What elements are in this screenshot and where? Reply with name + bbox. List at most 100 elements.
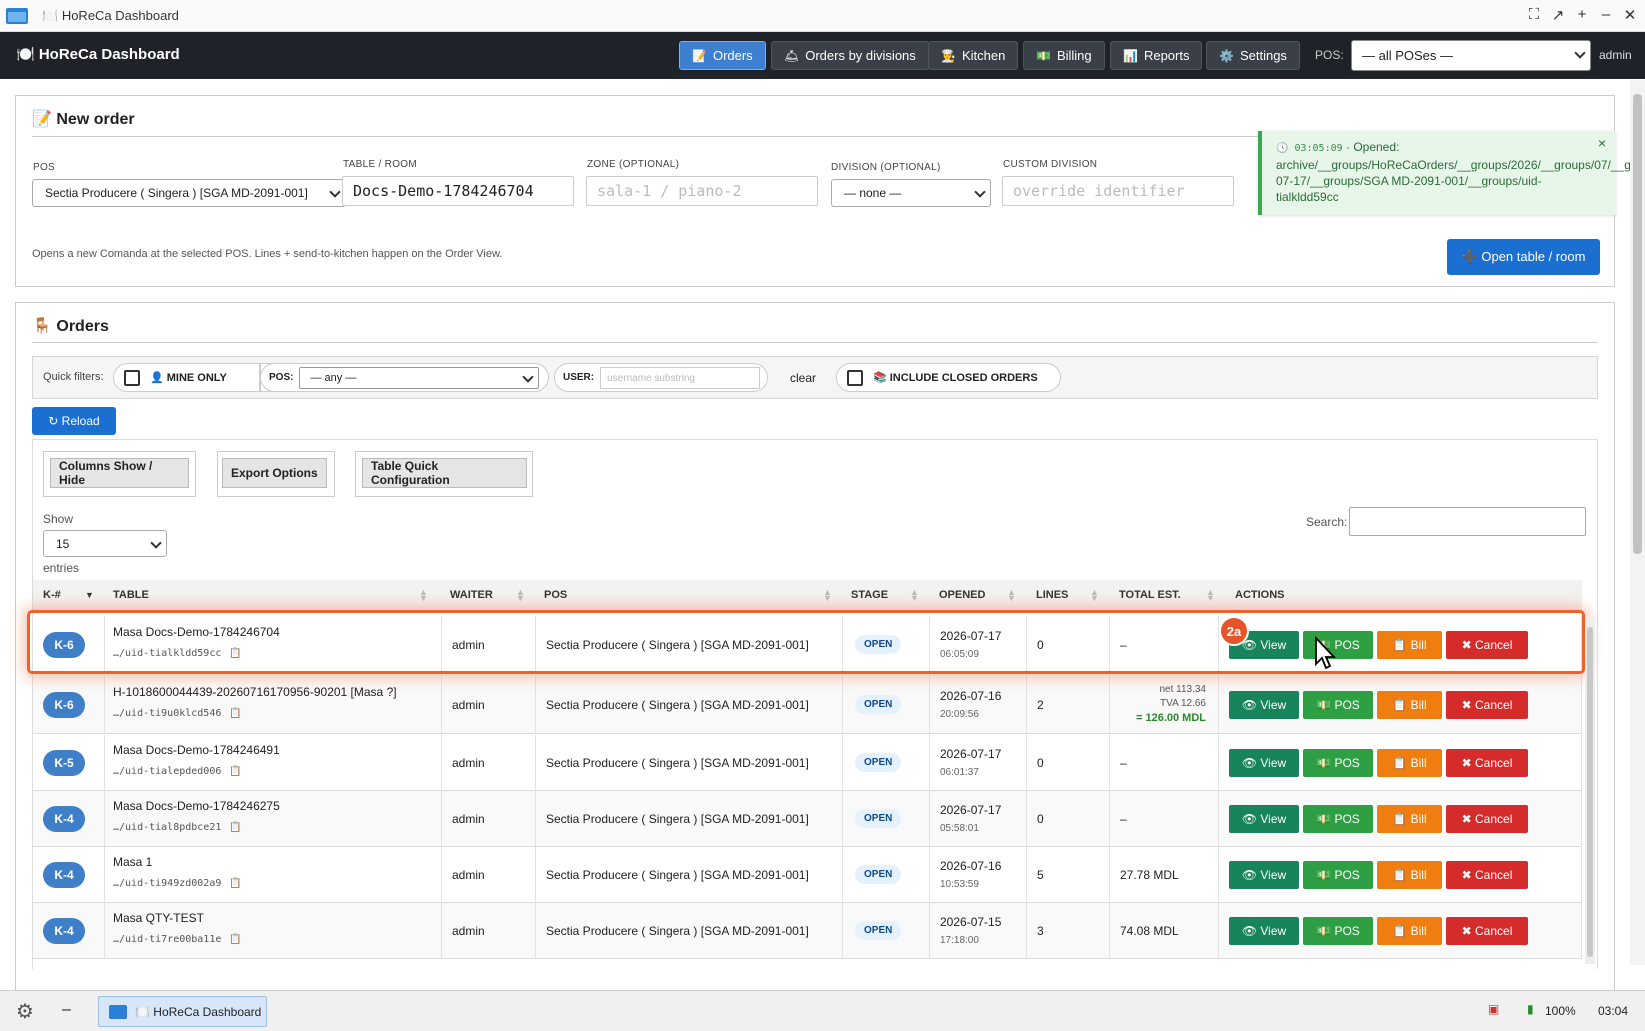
table-row[interactable]: K-4 Masa QTY-TEST …/uid-ti7re00ba11e 📋 admin… [33,903,1582,959]
pos-button[interactable]: 💵 POS [1303,917,1373,945]
nav-kitchen-button[interactable]: 👨‍🍳 Kitchen [928,41,1019,70]
show-entries-select[interactable]: 15 [43,530,167,557]
scrollbar-thumb[interactable] [1633,94,1642,554]
lines-count: 3 [1037,924,1044,938]
export-options-button[interactable]: Export Options [222,458,327,488]
clear-filters-link[interactable]: clear [790,371,816,385]
opened-date: 2026-07-17 [940,747,1002,761]
opened-date: 2026-07-16 [940,689,1002,703]
division-select[interactable]: — none — [831,179,991,207]
nav-reports-button[interactable]: 📊 Reports [1110,41,1203,70]
total: = 126.00 MDL [1135,712,1206,724]
gear-icon[interactable]: ⚙ [16,999,34,1024]
table-room-input[interactable]: Docs-Demo-1784246704 [342,176,574,206]
cancel-button[interactable]: ✖ Cancel [1446,631,1528,659]
col-opened[interactable]: OPENED [939,580,985,610]
cell-actions: 👁 View 💵 POS 📋 Bill ✖ Cancel [1219,735,1582,790]
lines-count: 0 [1037,638,1044,652]
nav-settings-button[interactable]: ⚙️ Settings [1206,41,1300,70]
maximize-icon[interactable]: + [1572,6,1592,23]
nav-billing-button[interactable]: 💵 Billing [1023,41,1105,70]
table-scrollbar[interactable] [1585,617,1595,964]
bill-button[interactable]: 📋 Bill [1377,631,1442,659]
table-quick-config-button[interactable]: Table Quick Configuration [362,458,527,488]
cancel-button[interactable]: ✖ Cancel [1446,861,1528,889]
col-pos[interactable]: POS [544,580,567,610]
table-row[interactable]: K-6 Masa Docs-Demo-1784246704 …/uid-tialkl… [33,616,1582,674]
include-closed-checkbox[interactable] [847,369,863,386]
col-k[interactable]: K-# [43,580,61,610]
clipboard-icon[interactable]: 📋 [229,708,241,719]
table-search-input[interactable] [1349,507,1586,536]
pos-filter-select[interactable]: — any — [299,366,540,389]
view-button[interactable]: 👁 View [1229,749,1299,777]
cell-waiter: admin [442,903,536,958]
open-table-button[interactable]: ➕ Open table / room [1447,239,1600,275]
col-waiter[interactable]: WAITER [450,580,493,610]
clipboard-icon[interactable]: 📋 [229,766,241,777]
table-row[interactable]: K-5 Masa Docs-Demo-1784246491 …/uid-tialep… [33,735,1582,791]
stage-badge: OPEN [855,865,902,884]
taskbar-item-horeca[interactable]: 🍽️ HoReCa Dashboard [98,996,267,1027]
pos-select[interactable]: — all POSes — [1351,40,1591,71]
bill-button[interactable]: 📋 Bill [1377,917,1442,945]
col-stage[interactable]: STAGE [851,580,888,610]
clipboard-icon[interactable]: 📋 [229,648,241,659]
view-button[interactable]: 👁 View [1229,861,1299,889]
minimize-icon[interactable]: – [1596,6,1616,23]
mine-only-checkbox[interactable] [124,369,140,386]
view-button[interactable]: 👁 View [1229,917,1299,945]
table-row[interactable]: K-6 H-1018600044439-20260716170956-90201 … [33,675,1582,734]
battery-icon[interactable]: ▮ [1527,1002,1534,1016]
sort-icon: ▲ ▼ [1007,587,1016,603]
bill-button[interactable]: 📋 Bill [1377,749,1442,777]
bill-button[interactable]: 📋 Bill [1377,861,1442,889]
user-filter-input[interactable]: username substring [600,366,761,389]
cancel-button[interactable]: ✖ Cancel [1446,691,1528,719]
opened-time: 06:05:09 [940,649,979,660]
pos-button[interactable]: 💵 POS [1303,861,1373,889]
col-total[interactable]: TOTAL EST. [1119,580,1181,610]
zone-input[interactable]: sala-1 / piano-2 [586,176,818,206]
cancel-button[interactable]: ✖ Cancel [1446,805,1528,833]
table-row[interactable]: K-4 Masa Docs-Demo-1784246275 …/uid-tial8p… [33,791,1582,847]
user-name[interactable]: admin [1599,48,1632,62]
pos-field-select[interactable]: Sectia Producere ( Singera ) [SGA MD-209… [32,179,346,207]
columns-show-hide-button[interactable]: Columns Show / Hide [50,458,189,488]
view-button[interactable]: 👁 View [1229,805,1299,833]
page-scrollbar[interactable] [1630,80,1645,965]
lines-count: 2 [1037,698,1044,712]
pos-button[interactable]: 💵 POS [1303,805,1373,833]
bill-button[interactable]: 📋 Bill [1377,805,1442,833]
custom-division-input[interactable]: override identifier [1002,176,1234,206]
fullscreen-icon[interactable]: ⛶ [1524,6,1544,23]
table-row[interactable]: K-4 Masa 1 …/uid-ti949zd002a9 📋 admin Sectia … [33,847,1582,903]
network-disconnected-icon[interactable]: ▣ [1488,1002,1499,1016]
pos-button[interactable]: 💵 POS [1303,691,1373,719]
cell-k: K-6 [33,675,105,733]
opened-date: 2026-07-17 [940,629,1002,643]
cancel-button[interactable]: ✖ Cancel [1446,749,1528,777]
bill-button[interactable]: 📋 Bill [1377,691,1442,719]
clipboard-icon[interactable]: 📋 [229,822,241,833]
nav-orders-button[interactable]: 📝 Orders [679,41,766,70]
include-closed-toggle[interactable]: 📚 INCLUDE CLOSED ORDERS [836,363,1061,392]
cancel-button[interactable]: ✖ Cancel [1446,917,1528,945]
clipboard-icon[interactable]: 📋 [229,934,241,945]
table-name: Masa Docs-Demo-1784246704 [113,625,280,639]
view-button[interactable]: 👁 View [1229,691,1299,719]
lines-count: 0 [1037,812,1044,826]
clipboard-icon[interactable]: 📋 [229,878,241,889]
restore-icon[interactable]: ↗ [1548,6,1568,24]
nav-orders-by-divisions-button[interactable]: 🛎 Orders by divisions [771,41,929,70]
col-table[interactable]: TABLE [113,580,149,610]
close-icon[interactable]: × [1598,135,1606,151]
money-icon: 💵 [1036,48,1051,63]
reload-button[interactable]: ↻ Reload [32,407,116,435]
brand-title[interactable]: 🍽️ HoReCa Dashboard [16,45,180,63]
minimize-all-icon[interactable]: – [62,1001,71,1019]
close-icon[interactable]: ✕ [1620,6,1640,24]
pos-button[interactable]: 💵 POS [1303,749,1373,777]
col-lines[interactable]: LINES [1036,580,1068,610]
scrollbar-thumb[interactable] [1587,627,1593,957]
